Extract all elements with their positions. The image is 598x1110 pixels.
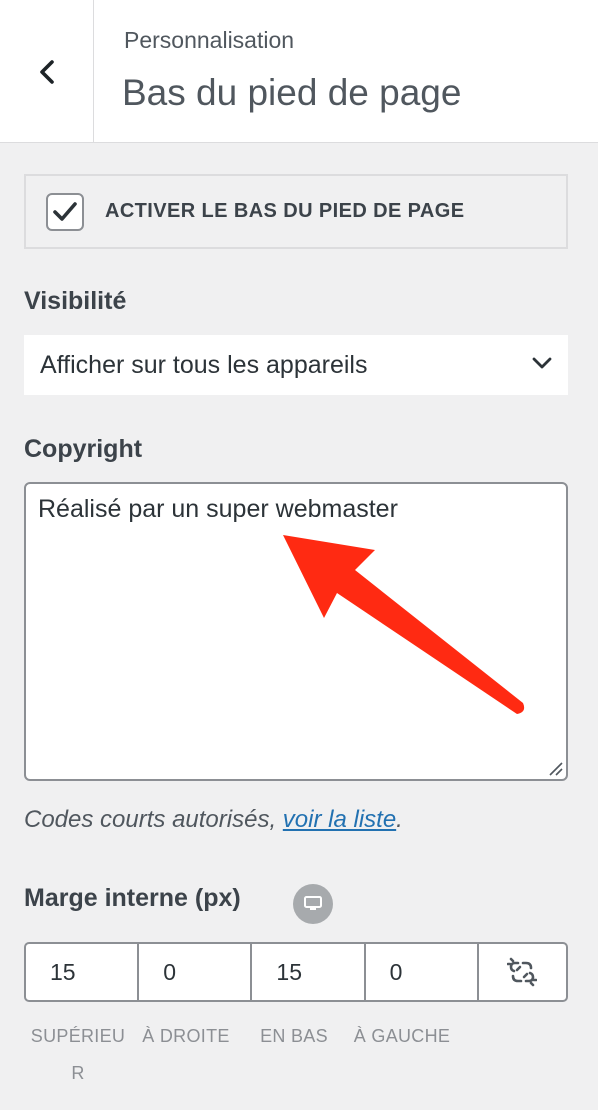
monitor-glyph bbox=[304, 896, 322, 910]
desktop-icon[interactable] bbox=[293, 884, 333, 924]
padding-left-label: À GAUCHE bbox=[353, 1026, 451, 1046]
padding-bottom-input[interactable]: 15 bbox=[250, 942, 366, 1002]
copyright-label: Copyright bbox=[24, 435, 143, 463]
chevron-left-icon bbox=[39, 59, 54, 84]
panel-header: Personnalisation Bas du pied de page bbox=[0, 0, 598, 143]
shortcodes-help: Codes courts autorisés, voir la liste. bbox=[24, 806, 403, 834]
resize-handle-icon[interactable] bbox=[547, 760, 563, 776]
padding-top-input[interactable]: 15 bbox=[24, 942, 140, 1002]
copyright-text: Réalisé par un super webmaster bbox=[38, 495, 398, 523]
padding-left-input[interactable]: 0 bbox=[363, 942, 479, 1002]
link-values-button[interactable] bbox=[476, 942, 569, 1002]
enable-footer-bottom-toggle[interactable]: ACTIVER LE BAS DU PIED DE PAGE bbox=[24, 174, 568, 249]
visibility-select[interactable]: Afficher sur tous les appareils bbox=[24, 335, 568, 395]
help-text: Codes courts autorisés, bbox=[24, 806, 283, 833]
padding-bottom-label: EN BAS bbox=[260, 1026, 328, 1046]
unlink-icon bbox=[507, 957, 538, 987]
visibility-selected-value: Afficher sur tous les appareils bbox=[40, 350, 368, 379]
breadcrumb: Personnalisation bbox=[124, 27, 295, 53]
padding-top-label: SUPÉRIEUR bbox=[30, 1026, 126, 1083]
shortcodes-list-link[interactable]: voir la liste bbox=[283, 806, 396, 833]
enable-checkbox[interactable] bbox=[46, 192, 84, 231]
padding-inputs: 15 0 15 0 bbox=[24, 942, 569, 1002]
enable-label: ACTIVER LE BAS DU PIED DE PAGE bbox=[105, 200, 465, 222]
chevron-down-icon bbox=[532, 357, 552, 369]
padding-labels: SUPÉRIEUR À DROITE EN BAS À GAUCHE bbox=[24, 1018, 568, 1092]
help-suffix: . bbox=[396, 806, 403, 833]
padding-right-input[interactable]: 0 bbox=[137, 942, 253, 1002]
padding-label: Marge interne (px) bbox=[24, 884, 241, 912]
page-title: Bas du pied de page bbox=[122, 72, 462, 113]
checkmark-icon bbox=[53, 201, 77, 221]
padding-right-label: À DROITE bbox=[142, 1026, 230, 1046]
copyright-textarea[interactable]: Réalisé par un super webmaster bbox=[24, 482, 568, 781]
back-button[interactable] bbox=[0, 0, 94, 143]
visibility-label: Visibilité bbox=[24, 287, 127, 315]
